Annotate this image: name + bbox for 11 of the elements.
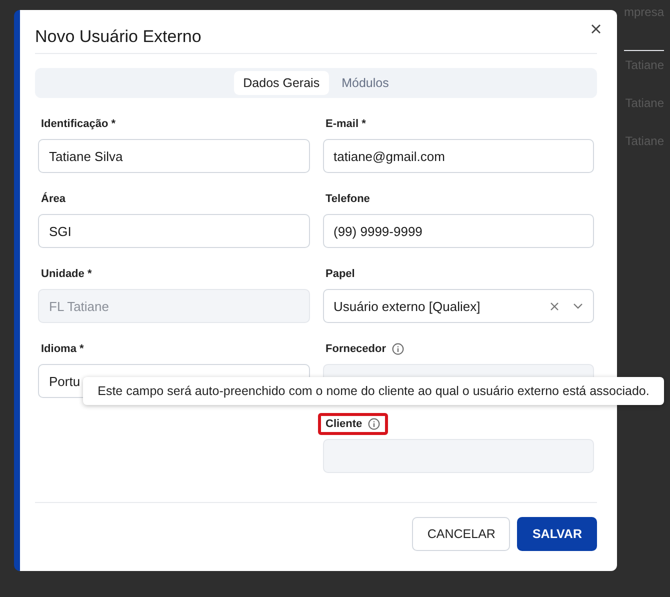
field-label: Cliente <box>326 418 362 430</box>
field-label: Telefone <box>326 193 370 205</box>
field-label: Unidade * <box>41 268 92 280</box>
dialog-title: Novo Usuário Externo <box>35 27 202 47</box>
field-label: Papel <box>326 268 355 280</box>
field-label: Idioma * <box>41 343 84 355</box>
field-label: Área <box>41 193 66 205</box>
tooltip: Este campo será auto-preenchido com o nome do cliente ao qual o usuário externo está associado. <box>83 377 664 405</box>
field-label: Identificação * <box>41 118 116 130</box>
field-label: E-mail * <box>326 118 366 130</box>
field-label: Fornecedor <box>326 343 386 355</box>
